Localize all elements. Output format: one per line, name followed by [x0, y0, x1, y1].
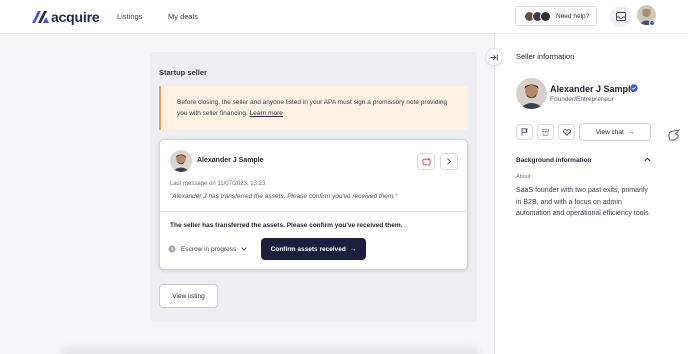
- verified-badge-icon: [630, 84, 638, 92]
- top-navigation-bar: acquire Listings My deals Need help?: [0, 0, 688, 34]
- learn-more-link[interactable]: Learn more: [250, 110, 283, 117]
- seller-financing-notice: Before closing, the seller and anyone li…: [159, 86, 467, 130]
- confirm-button-label: Confirm assets received: [270, 245, 346, 253]
- flag-button[interactable]: [516, 124, 533, 140]
- collapse-panel-icon: [490, 54, 498, 60]
- nav-listings[interactable]: Listings: [117, 12, 142, 21]
- transfer-message: The seller has transferred the assets. P…: [170, 222, 403, 229]
- inbox-button[interactable]: [610, 6, 631, 27]
- acquire-logo-icon: [32, 11, 49, 23]
- collapse-panel-button[interactable]: [485, 48, 503, 66]
- favorite-button[interactable]: [558, 124, 575, 140]
- about-text: SaaS founder with two past exits, primar…: [516, 187, 649, 217]
- view-chat-label: View chat: [595, 128, 624, 136]
- notice-text: Before closing, the seller and anyone li…: [177, 97, 457, 119]
- online-status-dot: [649, 20, 655, 26]
- refresh-button[interactable]: [417, 153, 435, 170]
- support-avatars: [524, 10, 551, 22]
- seller-name: Alexander J Sample: [550, 84, 636, 94]
- avatar: [170, 150, 192, 172]
- confirm-assets-received-button[interactable]: Confirm assets received →: [261, 238, 366, 260]
- escrow-status-dropdown[interactable]: Escrow in progress: [168, 243, 248, 255]
- bottom-shadow: [60, 347, 480, 354]
- need-help-button[interactable]: Need help?: [515, 6, 597, 26]
- view-listing-button[interactable]: View listing: [159, 284, 218, 308]
- arrow-right-icon: →: [349, 245, 357, 253]
- chevron-up-icon[interactable]: [644, 157, 651, 162]
- chat-widget-icon[interactable]: [667, 128, 681, 142]
- last-message-quote: "Alexander J has transferred the assets.…: [170, 193, 398, 200]
- last-message-timestamp: Last message on 11/07/2023, 13:23: [170, 181, 266, 187]
- divider: [160, 211, 467, 212]
- notice-body: Before closing, the seller and anyone li…: [177, 99, 448, 117]
- open-conversation-button[interactable]: [440, 153, 458, 170]
- acquire-logo[interactable]: acquire: [32, 9, 100, 25]
- view-chat-button[interactable]: View chat →: [579, 123, 651, 141]
- clock-icon: [168, 245, 176, 253]
- arrow-right-icon: →: [627, 128, 635, 136]
- heart-icon: [562, 128, 571, 136]
- conversation-card[interactable]: Alexander J Sample Last message on 11/07…: [159, 139, 468, 270]
- archive-icon: [542, 128, 549, 136]
- inbox-icon: [615, 12, 626, 21]
- flag-icon: [521, 128, 528, 136]
- chevron-right-icon: [447, 158, 452, 165]
- chevron-down-icon: [241, 247, 248, 251]
- panel-title: Startup seller: [159, 68, 207, 77]
- seller-role: Founder/Entrepreneur: [550, 96, 614, 103]
- logo-text: acquire: [51, 9, 100, 25]
- seller-avatar: [516, 78, 547, 109]
- support-avatar: [540, 10, 551, 22]
- archive-button[interactable]: [537, 124, 554, 140]
- seller-information-title: Seller information: [516, 52, 575, 61]
- nav-my-deals[interactable]: My deals: [168, 12, 198, 21]
- about-label: About: [516, 174, 531, 180]
- refresh-icon: [422, 157, 430, 165]
- escrow-status-label: Escrow in progress: [181, 245, 237, 253]
- need-help-label: Need help?: [556, 12, 590, 20]
- background-information-title: Background information: [516, 157, 592, 164]
- conversation-name: Alexander J Sample: [197, 157, 264, 164]
